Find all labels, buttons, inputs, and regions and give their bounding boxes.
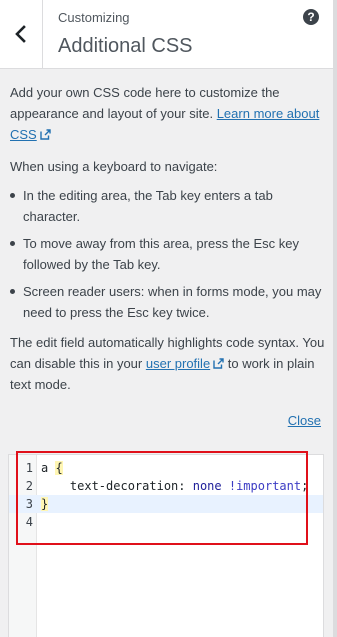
css-property: text-decoration: [41,479,193,493]
external-link-icon [40,129,51,140]
code-text: } [41,495,49,513]
intro-text: Add your own CSS code here to customize … [10,82,325,145]
css-selector: a [41,461,56,475]
list-item: In the editing area, the Tab key enters … [10,185,325,227]
code-line-active[interactable]: 3 } [9,495,323,513]
code-text: a { [41,459,63,477]
line-number: 3 [25,497,33,511]
code-line[interactable]: 2 text-decoration: none !important; [9,477,323,495]
code-line[interactable]: 4 [9,513,323,531]
line-number: 1 [25,461,33,475]
open-brace: { [55,461,63,475]
list-item: Screen reader users: when in forms mode,… [10,281,325,323]
section-header: Customizing Additional CSS ? [0,0,333,69]
back-button[interactable] [0,0,43,68]
keyboard-tips-list: In the editing area, the Tab key enters … [10,185,325,323]
css-important: !important [221,479,302,493]
description-panel: Add your own CSS code here to customize … [10,82,325,431]
panel-edge [333,0,337,637]
line-number: 4 [25,515,33,529]
code-text: text-decoration: none !important; [41,477,308,495]
help-icon: ? [307,10,315,24]
css-semicolon: ; [301,479,309,493]
css-value: none [192,479,222,493]
close-brace: } [41,497,49,511]
user-profile-link[interactable]: user profile [146,356,210,371]
list-item: To move away from this area, press the E… [10,233,325,275]
header-subtitle: Customizing [58,10,130,25]
line-number: 2 [25,479,33,493]
close-link[interactable]: Close [288,413,321,428]
user-profile-label: user profile [145,356,211,371]
css-code-editor[interactable]: 1 a { 2 text-decoration: none !important… [8,454,324,637]
code-line[interactable]: 1 a { [9,459,323,477]
help-button[interactable]: ? [303,9,319,25]
keyboard-heading: When using a keyboard to navigate: [10,159,218,174]
page-title: Additional CSS [58,35,193,57]
chevron-left-icon [15,25,26,43]
close-row: Close [10,410,325,431]
external-link-icon [213,358,224,369]
header-titles: Customizing Additional CSS [58,10,193,60]
syntax-note: The edit field automatically highlights … [10,332,325,395]
